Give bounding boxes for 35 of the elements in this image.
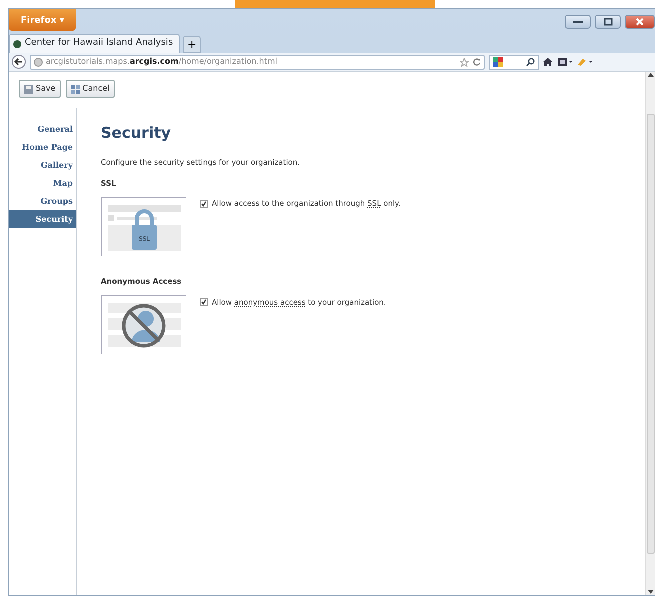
star-icon[interactable] bbox=[460, 58, 469, 66]
url-text: arcgistutorials.maps.arcgis.com/home/organization.html bbox=[46, 56, 278, 68]
google-icon bbox=[493, 57, 505, 67]
search-icon[interactable] bbox=[526, 58, 535, 66]
save-button[interactable]: Save bbox=[19, 80, 61, 98]
sidebar-item[interactable]: Home Page bbox=[9, 138, 76, 156]
minimize-button[interactable] bbox=[565, 15, 591, 29]
cancel-icon bbox=[70, 84, 80, 94]
cancel-button[interactable]: Cancel bbox=[66, 80, 115, 98]
scroll-down-icon[interactable] bbox=[648, 589, 654, 595]
sidebar-item[interactable]: General bbox=[9, 120, 76, 138]
back-icon[interactable] bbox=[12, 55, 26, 69]
page-title: Security bbox=[101, 123, 172, 144]
sidebar-item[interactable]: Gallery bbox=[9, 156, 76, 174]
globe-icon bbox=[34, 58, 43, 66]
checkbox[interactable] bbox=[200, 200, 208, 208]
sidebar-item[interactable]: Groups bbox=[9, 192, 76, 210]
scrollbar[interactable] bbox=[645, 72, 655, 595]
minimize-icon bbox=[573, 20, 583, 24]
maximize-icon bbox=[604, 18, 612, 26]
close-icon bbox=[636, 18, 644, 26]
new-tab-button[interactable]: + bbox=[183, 36, 202, 53]
browser-tab[interactable]: Center for Hawaii Island Analysis bbox=[9, 34, 180, 53]
home-icon[interactable] bbox=[543, 57, 553, 67]
sidebar-item[interactable]: Map bbox=[9, 174, 76, 192]
sidebar-item[interactable]: Security bbox=[9, 210, 76, 228]
close-button[interactable] bbox=[625, 15, 655, 29]
reload-icon[interactable] bbox=[473, 58, 481, 66]
maximize-button[interactable] bbox=[595, 15, 621, 29]
checkbox[interactable] bbox=[200, 298, 208, 306]
globe-icon bbox=[13, 40, 22, 48]
bookmarks-icon[interactable] bbox=[557, 57, 573, 67]
address-bar[interactable]: arcgistutorials.maps.arcgis.com/home/organization.html bbox=[30, 54, 485, 70]
save-icon bbox=[24, 84, 33, 94]
search-field[interactable] bbox=[489, 54, 539, 70]
